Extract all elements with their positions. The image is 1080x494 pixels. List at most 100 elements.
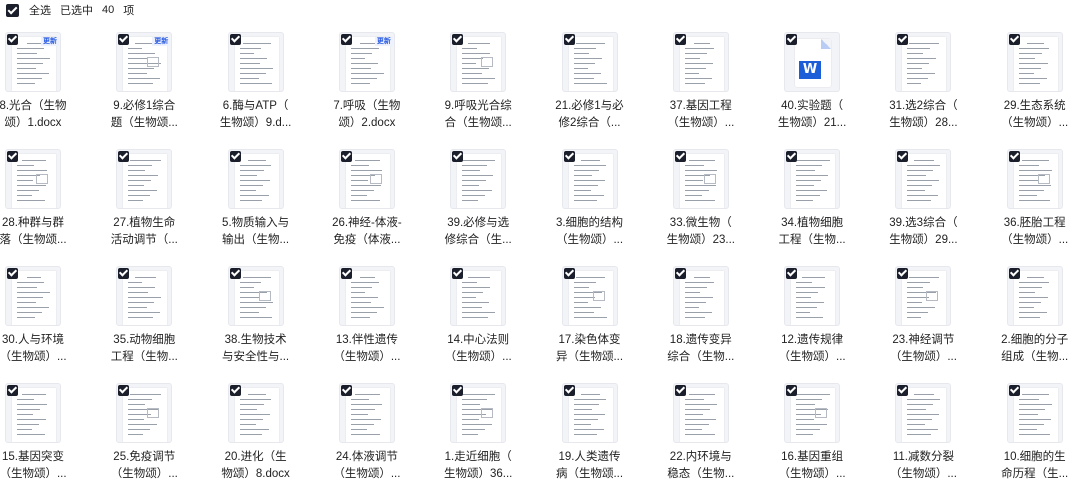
document-thumbnail[interactable]: [5, 266, 61, 326]
file-name[interactable]: 39.必修与选 修综合（生...: [423, 215, 533, 249]
file-tile[interactable]: 2.细胞的分子 组成（生物...: [1001, 264, 1080, 376]
file-checkbox[interactable]: [897, 34, 909, 45]
document-thumbnail[interactable]: W: [784, 32, 841, 92]
document-thumbnail[interactable]: [672, 266, 729, 326]
file-name[interactable]: 36.胚胎工程 （生物颂）...: [980, 215, 1080, 249]
file-name[interactable]: 1.走近细胞（ 生物颂）36...: [423, 449, 533, 483]
file-name[interactable]: 15.基因突变 （生物颂）...: [0, 449, 88, 483]
document-thumbnail[interactable]: [116, 383, 173, 443]
file-tile[interactable]: 36.胚胎工程 （生物颂）...: [1001, 147, 1080, 259]
document-thumbnail[interactable]: [1006, 149, 1063, 209]
file-name[interactable]: 31.选2综合（ 生物颂）28...: [868, 98, 978, 132]
file-checkbox[interactable]: [786, 385, 798, 396]
document-thumbnail[interactable]: [1006, 383, 1063, 443]
file-name[interactable]: 23.神经调节 （生物颂）...: [868, 332, 978, 366]
file-name[interactable]: 14.中心法则 （生物颂）...: [423, 332, 533, 366]
file-name[interactable]: 20.进化（生 物颂）8.docx: [201, 449, 311, 483]
document-thumbnail[interactable]: [338, 266, 395, 326]
file-name[interactable]: 22.内环境与 稳态（生物...: [646, 449, 756, 483]
file-checkbox[interactable]: [340, 385, 352, 396]
file-name[interactable]: 40.实验题（ 生物颂）21...: [757, 98, 867, 132]
file-checkbox[interactable]: [7, 151, 18, 162]
select-all-label[interactable]: 全选: [29, 2, 51, 18]
document-thumbnail[interactable]: [672, 149, 729, 209]
document-thumbnail[interactable]: 更新: [338, 32, 395, 92]
file-checkbox[interactable]: [452, 34, 464, 45]
document-thumbnail[interactable]: [116, 149, 173, 209]
document-thumbnail[interactable]: [895, 149, 952, 209]
select-all-checkbox[interactable]: [6, 3, 19, 17]
file-checkbox[interactable]: [7, 385, 18, 396]
file-name[interactable]: 9.呼吸光合综 合（生物颂...: [423, 98, 533, 132]
document-thumbnail[interactable]: [672, 383, 729, 443]
file-checkbox[interactable]: [229, 34, 241, 45]
file-name[interactable]: 9.必修1综合 题（生物颂...: [89, 98, 199, 132]
file-name[interactable]: 39.选3综合（ 生物颂）29...: [868, 215, 978, 249]
document-thumbnail[interactable]: [450, 266, 507, 326]
document-thumbnail[interactable]: [895, 383, 952, 443]
file-name[interactable]: 7.呼吸（生物 颂）2.docx: [312, 98, 422, 132]
file-checkbox[interactable]: [118, 268, 130, 279]
document-thumbnail[interactable]: [450, 383, 507, 443]
file-checkbox[interactable]: [7, 268, 18, 279]
file-checkbox[interactable]: [340, 151, 352, 162]
document-thumbnail[interactable]: [5, 383, 61, 443]
document-thumbnail[interactable]: [561, 266, 618, 326]
file-name[interactable]: 38.生物技术 与安全性与...: [201, 332, 311, 366]
document-thumbnail[interactable]: [1006, 266, 1063, 326]
file-name[interactable]: 10.细胞的生 命历程（生...: [980, 449, 1080, 483]
file-checkbox[interactable]: [1008, 151, 1020, 162]
document-thumbnail[interactable]: [895, 32, 952, 92]
document-thumbnail[interactable]: [784, 149, 841, 209]
file-name[interactable]: 2.细胞的分子 组成（生物...: [980, 332, 1080, 366]
file-checkbox[interactable]: [452, 151, 464, 162]
document-thumbnail[interactable]: [1006, 32, 1063, 92]
file-name[interactable]: 35.动物细胞 工程（生物...: [89, 332, 199, 366]
document-thumbnail[interactable]: [338, 149, 395, 209]
file-checkbox[interactable]: [7, 34, 18, 45]
document-thumbnail[interactable]: [784, 383, 841, 443]
file-checkbox[interactable]: [674, 151, 686, 162]
document-thumbnail[interactable]: [450, 149, 507, 209]
document-thumbnail[interactable]: [895, 266, 952, 326]
file-name[interactable]: 21.必修1与必 修2综合（...: [535, 98, 645, 132]
file-checkbox[interactable]: [897, 385, 909, 396]
file-checkbox[interactable]: [786, 34, 798, 45]
file-name[interactable]: 37.基因工程 （生物颂）...: [646, 98, 756, 132]
file-name[interactable]: 25.免疫调节 （生物颂）...: [89, 449, 199, 483]
file-checkbox[interactable]: [786, 151, 798, 162]
file-name[interactable]: 24.体液调节 （生物颂）...: [312, 449, 422, 483]
document-thumbnail[interactable]: [338, 383, 395, 443]
file-checkbox[interactable]: [229, 268, 241, 279]
document-thumbnail[interactable]: 更新: [5, 32, 61, 92]
file-checkbox[interactable]: [786, 268, 798, 279]
document-thumbnail[interactable]: [227, 149, 284, 209]
file-name[interactable]: 27.植物生命 活动调节（...: [89, 215, 199, 249]
file-checkbox[interactable]: [118, 34, 130, 45]
document-thumbnail[interactable]: [116, 266, 173, 326]
file-name[interactable]: 13.伴性遗传 （生物颂）...: [312, 332, 422, 366]
file-checkbox[interactable]: [1008, 268, 1020, 279]
file-checkbox[interactable]: [340, 268, 352, 279]
file-name[interactable]: 3.细胞的结构 （生物颂）...: [535, 215, 645, 249]
document-thumbnail[interactable]: [561, 383, 618, 443]
file-checkbox[interactable]: [229, 151, 241, 162]
document-thumbnail[interactable]: [227, 383, 284, 443]
file-name[interactable]: 28.种群与群 落（生物颂...: [0, 215, 88, 249]
file-checkbox[interactable]: [563, 34, 575, 45]
document-thumbnail[interactable]: 更新: [116, 32, 173, 92]
file-checkbox[interactable]: [118, 385, 130, 396]
file-checkbox[interactable]: [563, 151, 575, 162]
document-thumbnail[interactable]: [561, 149, 618, 209]
file-name[interactable]: 17.染色体变 异（生物颂...: [535, 332, 645, 366]
file-checkbox[interactable]: [452, 268, 464, 279]
file-tile[interactable]: 29.生态系统 （生物颂）...: [1001, 30, 1080, 142]
file-checkbox[interactable]: [563, 385, 575, 396]
document-thumbnail[interactable]: [227, 266, 284, 326]
file-checkbox[interactable]: [1008, 34, 1020, 45]
file-name[interactable]: 12.遗传规律 （生物颂）...: [757, 332, 867, 366]
file-checkbox[interactable]: [674, 268, 686, 279]
document-thumbnail[interactable]: [672, 32, 729, 92]
file-checkbox[interactable]: [1008, 385, 1020, 396]
file-name[interactable]: 29.生态系统 （生物颂）...: [980, 98, 1080, 132]
